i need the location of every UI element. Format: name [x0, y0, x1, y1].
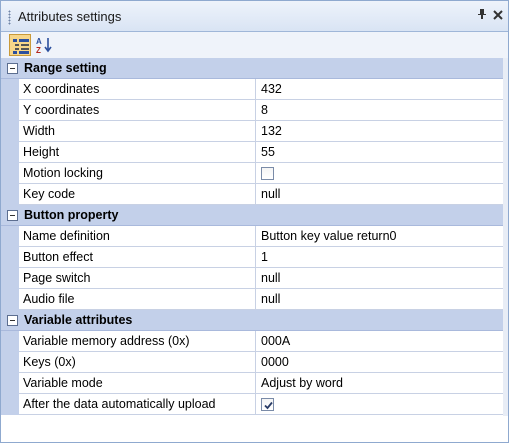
property-row[interactable]: Width 132 [1, 121, 508, 142]
property-value[interactable]: null [261, 292, 280, 306]
property-name: Variable mode [23, 376, 103, 390]
attributes-panel: Attributes settings A Z Range setting X c… [0, 0, 509, 443]
row-gutter [1, 163, 19, 184]
pin-icon[interactable] [475, 8, 489, 24]
property-value[interactable]: null [261, 271, 280, 285]
category-label: Variable attributes [24, 313, 133, 327]
row-gutter [1, 79, 19, 100]
property-name: X coordinates [23, 82, 100, 96]
property-name: Height [23, 145, 60, 159]
category-row[interactable]: Range setting [1, 58, 508, 79]
close-icon[interactable] [491, 8, 505, 24]
property-name: Name definition [23, 229, 110, 243]
property-name: Audio file [23, 292, 75, 306]
property-row[interactable]: Variable mode Adjust by word [1, 373, 508, 394]
category-row[interactable]: Button property [1, 205, 508, 226]
collapse-toggle-icon[interactable] [7, 210, 18, 221]
categorized-view-button[interactable] [9, 34, 31, 56]
property-value[interactable]: 000A [261, 334, 290, 348]
alphabetical-view-button[interactable]: A Z [33, 34, 55, 56]
property-row[interactable]: Key code null [1, 184, 508, 205]
column-splitter[interactable] [255, 142, 256, 163]
property-value[interactable]: Adjust by word [261, 376, 343, 390]
column-splitter[interactable] [255, 394, 256, 415]
property-row[interactable]: After the data automatically upload [1, 394, 508, 415]
panel-title: Attributes settings [18, 9, 122, 24]
collapse-toggle-icon[interactable] [7, 63, 18, 74]
alphabetical-icon: A Z [36, 37, 52, 54]
category-label: Range setting [24, 61, 107, 75]
column-splitter[interactable] [255, 289, 256, 310]
property-row[interactable]: Audio file null [1, 289, 508, 310]
property-value[interactable]: 8 [261, 103, 268, 117]
row-gutter [1, 268, 19, 289]
property-checkbox[interactable] [261, 398, 274, 411]
row-gutter [1, 121, 19, 142]
property-value[interactable]: Button key value return0 [261, 229, 397, 243]
row-gutter [1, 142, 19, 163]
column-splitter[interactable] [255, 184, 256, 205]
property-row[interactable]: X coordinates 432 [1, 79, 508, 100]
row-gutter [1, 289, 19, 310]
column-splitter[interactable] [255, 100, 256, 121]
panel-titlebar[interactable]: Attributes settings [1, 1, 508, 32]
property-value[interactable]: 432 [261, 82, 282, 96]
property-row[interactable]: Y coordinates 8 [1, 100, 508, 121]
property-name: Button effect [23, 250, 93, 264]
property-name: After the data automatically upload [23, 397, 216, 411]
row-gutter [1, 373, 19, 394]
column-splitter[interactable] [255, 352, 256, 373]
column-splitter[interactable] [255, 247, 256, 268]
svg-text:A: A [36, 37, 42, 46]
property-grid: Range setting X coordinates 432 Y coordinat… [1, 58, 508, 415]
column-splitter[interactable] [255, 331, 256, 352]
property-name: Key code [23, 187, 76, 201]
property-name: Variable memory address (0x) [23, 334, 190, 348]
vertical-scrollbar[interactable] [503, 58, 508, 416]
column-splitter[interactable] [255, 268, 256, 289]
column-splitter[interactable] [255, 79, 256, 100]
collapse-toggle-icon[interactable] [7, 315, 18, 326]
property-name: Width [23, 124, 55, 138]
row-gutter [1, 331, 19, 352]
row-gutter [1, 184, 19, 205]
property-value[interactable]: null [261, 187, 280, 201]
property-value[interactable]: 132 [261, 124, 282, 138]
property-name: Keys (0x) [23, 355, 76, 369]
property-row[interactable]: Page switch null [1, 268, 508, 289]
property-value[interactable]: 0000 [261, 355, 289, 369]
row-gutter [1, 394, 19, 415]
property-row[interactable]: Keys (0x) 0000 [1, 352, 508, 373]
property-value[interactable]: 55 [261, 145, 275, 159]
property-row[interactable]: Height 55 [1, 142, 508, 163]
drag-grip-icon[interactable] [8, 10, 11, 25]
column-splitter[interactable] [255, 163, 256, 184]
category-label: Button property [24, 208, 119, 222]
row-gutter [1, 100, 19, 121]
property-row[interactable]: Variable memory address (0x) 000A [1, 331, 508, 352]
column-splitter[interactable] [255, 373, 256, 394]
property-row[interactable]: Button effect 1 [1, 247, 508, 268]
svg-text:Z: Z [36, 46, 41, 54]
categorized-icon [13, 39, 29, 54]
property-name: Page switch [23, 271, 91, 285]
category-row[interactable]: Variable attributes [1, 310, 508, 331]
property-name: Y coordinates [23, 103, 100, 117]
row-gutter [1, 247, 19, 268]
property-toolbar: A Z [1, 32, 508, 58]
row-gutter [1, 226, 19, 247]
property-checkbox[interactable] [261, 167, 274, 180]
property-value[interactable]: 1 [261, 250, 268, 264]
column-splitter[interactable] [255, 121, 256, 142]
column-splitter[interactable] [255, 226, 256, 247]
property-name: Motion locking [23, 166, 103, 180]
property-row[interactable]: Name definition Button key value return0 [1, 226, 508, 247]
checkmark-icon [264, 401, 273, 410]
row-gutter [1, 352, 19, 373]
property-row[interactable]: Motion locking [1, 163, 508, 184]
